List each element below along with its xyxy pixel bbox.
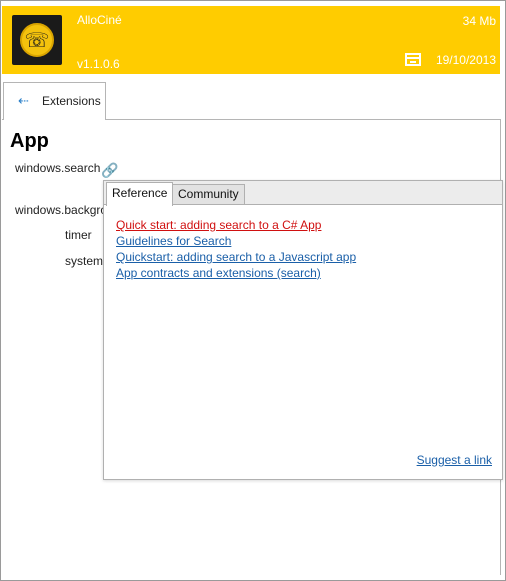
section-title: App: [10, 130, 49, 152]
app-header: ☏ AlloCiné v1.1.0.6 34 Mb 19/10/2013: [2, 6, 500, 74]
links-popup: Reference Community Quick start: adding …: [103, 180, 503, 480]
tab-community[interactable]: Community: [172, 184, 245, 204]
link-quick-start-csharp[interactable]: Quick start: adding search to a C# App: [116, 218, 321, 232]
popup-tabstrip: Reference Community: [104, 181, 502, 206]
calendar-icon: [405, 53, 421, 66]
app-size: 34 Mb: [462, 14, 496, 28]
link-icon[interactable]: 🔗: [101, 162, 118, 179]
tab-extensions[interactable]: ⇠ Extensions: [3, 82, 106, 120]
app-name: AlloCiné: [77, 13, 122, 27]
app-date: 19/10/2013: [435, 53, 496, 67]
app-version: v1.1.0.6: [77, 57, 120, 71]
item-windows-search[interactable]: windows.search: [15, 161, 100, 175]
tab-reference[interactable]: Reference: [106, 182, 174, 206]
item-system[interactable]: system: [65, 254, 103, 268]
link-guidelines-search[interactable]: Guidelines for Search: [116, 234, 231, 248]
link-app-contracts[interactable]: App contracts and extensions (search): [116, 266, 321, 280]
suggest-link-button[interactable]: Suggest a link: [417, 453, 492, 467]
item-timer[interactable]: timer: [65, 228, 92, 242]
item-windows-background[interactable]: windows.backgro: [15, 203, 107, 217]
tab-extensions-label: Extensions: [42, 94, 101, 108]
app-logo: ☏: [12, 15, 62, 65]
link-quickstart-javascript[interactable]: Quickstart: adding search to a Javascrip…: [116, 250, 356, 264]
usb-icon: ⇠: [18, 93, 29, 108]
phone-icon: ☏: [24, 28, 50, 52]
